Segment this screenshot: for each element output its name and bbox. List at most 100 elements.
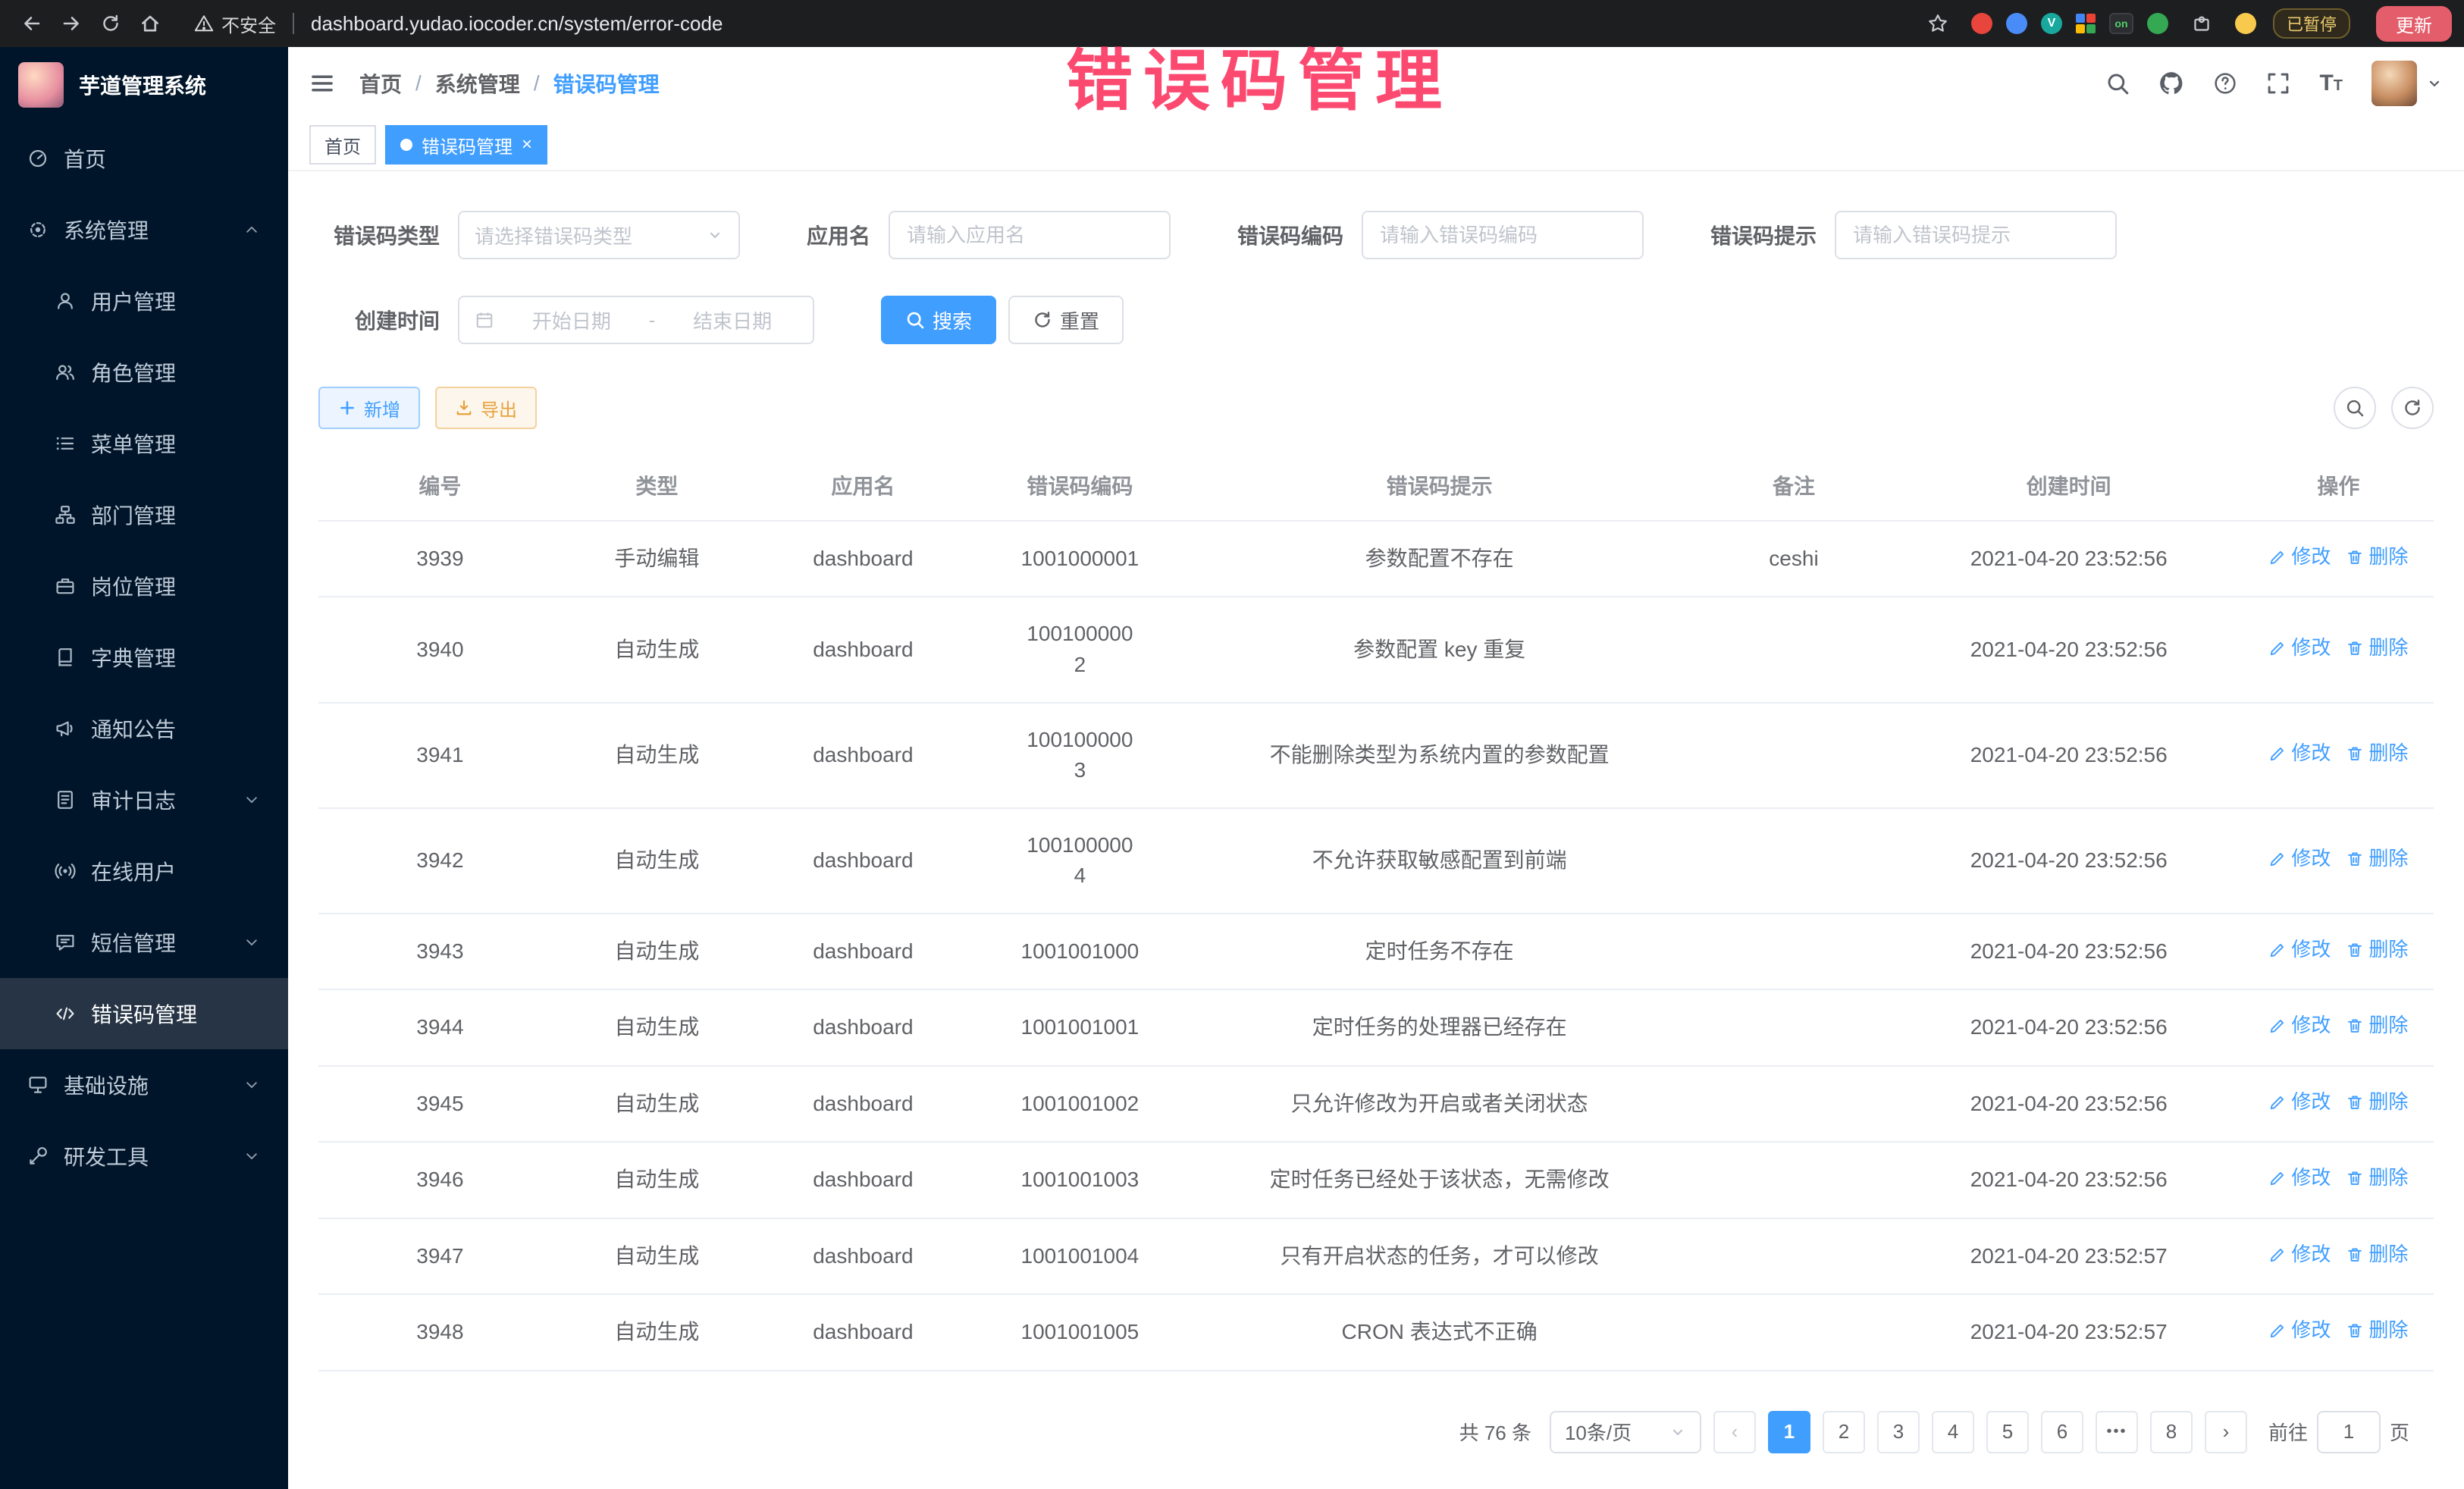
extension-green-icon[interactable] bbox=[2147, 13, 2168, 34]
error-msg-input[interactable] bbox=[1835, 211, 2117, 259]
cell-created: 2021-04-20 23:52:56 bbox=[1895, 1066, 2243, 1142]
bookmark-star-icon[interactable] bbox=[1918, 4, 1958, 43]
sidebar-item-notice-announcement[interactable]: 通知公告 bbox=[0, 693, 288, 764]
delete-link[interactable]: 删除 bbox=[2346, 936, 2408, 964]
sidebar-item-error-code-management[interactable]: 错误码管理 bbox=[0, 978, 288, 1049]
date-range-picker[interactable]: 开始日期 - 结束日期 bbox=[458, 296, 814, 344]
delete-link[interactable]: 删除 bbox=[2346, 1240, 2408, 1269]
sidebar-item-dict-management[interactable]: 字典管理 bbox=[0, 622, 288, 693]
page-button[interactable]: 4 bbox=[1932, 1411, 1974, 1453]
update-button[interactable]: 更新 bbox=[2376, 6, 2452, 42]
app-logo-row[interactable]: 芋道管理系统 bbox=[0, 47, 288, 123]
edit-link[interactable]: 修改 bbox=[2268, 1240, 2331, 1269]
page-size-select[interactable]: 10条/页 bbox=[1550, 1411, 1701, 1453]
edit-link[interactable]: 修改 bbox=[2268, 1088, 2331, 1117]
edit-link[interactable]: 修改 bbox=[2268, 1011, 2331, 1040]
cell-code: 1001001001 bbox=[974, 989, 1186, 1065]
delete-link[interactable]: 删除 bbox=[2346, 1088, 2408, 1117]
edit-link[interactable]: 修改 bbox=[2268, 634, 2331, 663]
cell-remark bbox=[1693, 989, 1894, 1065]
extension-grid-icon[interactable] bbox=[2076, 14, 2096, 33]
back-icon[interactable] bbox=[12, 4, 52, 43]
address-bar[interactable]: 不安全 dashboard.yudao.iocoder.cn/system/er… bbox=[194, 11, 1918, 37]
cell-created: 2021-04-20 23:52:56 bbox=[1895, 1142, 2243, 1218]
sidebar-item-user-management[interactable]: 用户管理 bbox=[0, 265, 288, 337]
page-button[interactable]: 5 bbox=[1986, 1411, 2029, 1453]
help-icon[interactable] bbox=[2213, 71, 2237, 96]
sidebar-item-audit-log[interactable]: 审计日志 bbox=[0, 764, 288, 835]
edit-link[interactable]: 修改 bbox=[2268, 936, 2331, 964]
forward-icon[interactable] bbox=[52, 4, 91, 43]
toggle-search-button[interactable] bbox=[2334, 387, 2376, 429]
sidebar-item-infrastructure[interactable]: 基础设施 bbox=[0, 1049, 288, 1121]
error-type-select[interactable]: 请选择错误码类型 bbox=[458, 211, 740, 259]
delete-link[interactable]: 删除 bbox=[2346, 739, 2408, 768]
refresh-table-button[interactable] bbox=[2391, 387, 2434, 429]
delete-link[interactable]: 删除 bbox=[2346, 634, 2408, 663]
home-icon[interactable] bbox=[130, 4, 170, 43]
tab-error-code[interactable]: 错误码管理 × bbox=[385, 125, 547, 165]
extension-v-icon[interactable]: V bbox=[2041, 13, 2062, 34]
reset-button[interactable]: 重置 bbox=[1008, 296, 1124, 344]
extension-blue-icon[interactable] bbox=[2006, 13, 2027, 34]
page-button[interactable]: 8 bbox=[2150, 1411, 2193, 1453]
page-button[interactable]: 6 bbox=[2041, 1411, 2083, 1453]
sidebar-item-menu-management[interactable]: 菜单管理 bbox=[0, 408, 288, 479]
page-button[interactable]: 1 bbox=[1768, 1411, 1810, 1453]
user-menu[interactable] bbox=[2372, 61, 2443, 106]
sidebar-toggle-icon[interactable] bbox=[309, 71, 335, 96]
next-page-button[interactable]: › bbox=[2205, 1411, 2247, 1453]
delete-link[interactable]: 删除 bbox=[2346, 1011, 2408, 1040]
delete-link[interactable]: 删除 bbox=[2346, 1164, 2408, 1193]
sidebar-item-system-management[interactable]: 系统管理 bbox=[0, 194, 288, 265]
app-name-input[interactable] bbox=[889, 211, 1171, 259]
sidebar-item-dept-management[interactable]: 部门管理 bbox=[0, 479, 288, 550]
fullscreen-icon[interactable] bbox=[2266, 71, 2290, 96]
cell-code: 1001001003 bbox=[974, 1142, 1186, 1218]
edit-link[interactable]: 修改 bbox=[2268, 543, 2331, 572]
sidebar-item-label: 用户管理 bbox=[91, 286, 176, 316]
extension-on-badge[interactable]: on bbox=[2109, 13, 2133, 34]
tampermonkey-smiley-icon[interactable] bbox=[2235, 13, 2256, 34]
sidebar-item-dev-tools[interactable]: 研发工具 bbox=[0, 1121, 288, 1192]
sidebar-item-post-management[interactable]: 岗位管理 bbox=[0, 550, 288, 622]
reload-icon[interactable] bbox=[91, 4, 130, 43]
error-code-input[interactable] bbox=[1362, 211, 1644, 259]
extension-record-icon[interactable] bbox=[1971, 13, 1992, 34]
sidebar-item-label: 岗位管理 bbox=[91, 571, 176, 601]
breadcrumb-home[interactable]: 首页 bbox=[359, 68, 402, 99]
delete-link[interactable]: 删除 bbox=[2346, 1316, 2408, 1345]
sidebar-item-home[interactable]: 首页 bbox=[0, 123, 288, 194]
sms-icon bbox=[55, 932, 76, 953]
font-size-icon[interactable]: TT bbox=[2319, 72, 2343, 95]
tab-home[interactable]: 首页 bbox=[309, 125, 376, 165]
edit-link[interactable]: 修改 bbox=[2268, 1316, 2331, 1345]
cell-id: 3940 bbox=[318, 597, 562, 702]
page-button[interactable]: 2 bbox=[1823, 1411, 1865, 1453]
url-text[interactable]: dashboard.yudao.iocoder.cn/system/error-… bbox=[311, 12, 723, 36]
search-icon[interactable] bbox=[2105, 71, 2130, 96]
edit-link[interactable]: 修改 bbox=[2268, 1164, 2331, 1193]
edit-link[interactable]: 修改 bbox=[2268, 845, 2331, 873]
prev-page-button[interactable]: ‹ bbox=[1713, 1411, 1756, 1453]
page-button[interactable]: 3 bbox=[1877, 1411, 1920, 1453]
delete-link[interactable]: 删除 bbox=[2346, 845, 2408, 873]
add-button[interactable]: 新增 bbox=[318, 387, 420, 429]
github-icon[interactable] bbox=[2158, 71, 2184, 96]
sidebar-item-sms-management[interactable]: 短信管理 bbox=[0, 907, 288, 978]
sidebar-item-online-users[interactable]: 在线用户 bbox=[0, 835, 288, 907]
close-tab-icon[interactable]: × bbox=[522, 136, 532, 154]
goto-page-input[interactable] bbox=[2317, 1411, 2381, 1453]
sidebar-item-role-management[interactable]: 角色管理 bbox=[0, 337, 288, 408]
search-button[interactable]: 搜索 bbox=[881, 296, 996, 344]
edit-link[interactable]: 修改 bbox=[2268, 739, 2331, 768]
extensions-puzzle-icon[interactable] bbox=[2182, 4, 2221, 43]
not-secure-warning[interactable]: 不安全 bbox=[194, 11, 276, 37]
export-button[interactable]: 导出 bbox=[435, 387, 537, 429]
breadcrumb-system[interactable]: 系统管理 bbox=[435, 68, 520, 99]
delete-link[interactable]: 删除 bbox=[2346, 543, 2408, 572]
pager-more-button[interactable]: ••• bbox=[2096, 1411, 2138, 1453]
cell-created: 2021-04-20 23:52:56 bbox=[1895, 703, 2243, 808]
cell-actions: 修改删除 bbox=[2243, 914, 2434, 989]
filter-form: 错误码类型 请选择错误码类型 应用名 错误码编码 bbox=[288, 171, 2464, 381]
